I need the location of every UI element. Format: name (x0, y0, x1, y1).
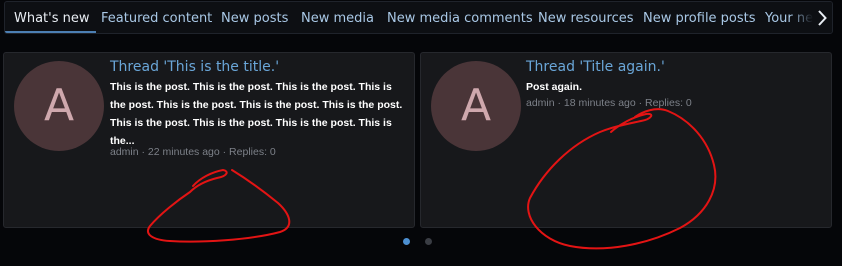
snippet-line: Post again. (526, 81, 583, 93)
thread-meta: admin · 22 minutes ago · Replies: 0 (110, 146, 276, 158)
thread-meta: admin · 18 minutes ago · Replies: 0 (526, 97, 692, 109)
active-tab-indicator (5, 31, 96, 33)
tab-bar: What's new Featured content New posts Ne… (4, 1, 833, 34)
tab-whats-new[interactable]: What's new (14, 10, 90, 27)
tab-new-media[interactable]: New media (301, 10, 374, 27)
snippet-line: This is the post. This is the post. This… (110, 81, 392, 93)
thread-card-2[interactable]: A Thread 'Title again.' Post again. admi… (420, 52, 832, 228)
thread-title-link[interactable]: Thread 'This is the title.' (110, 58, 279, 76)
whats-new-widget: What's new Featured content New posts Ne… (0, 0, 842, 266)
post-snippet: Post again. (526, 78, 582, 96)
avatar-letter: A (460, 80, 492, 131)
snippet-line: This is the post. This is the post. This… (110, 117, 392, 129)
tab-new-media-comments[interactable]: New media comments (387, 10, 533, 27)
tabs-next-button[interactable] (812, 2, 832, 33)
thread-title-link[interactable]: Thread 'Title again.' (526, 58, 665, 76)
chevron-right-icon (818, 10, 827, 26)
avatar[interactable]: A (431, 61, 521, 151)
pager-dot-active[interactable] (403, 238, 410, 245)
snippet-line: the post. This is the post. This is the … (110, 99, 403, 111)
tab-featured-content[interactable]: Featured content (101, 10, 212, 27)
tab-new-profile-posts[interactable]: New profile posts (643, 10, 756, 27)
pager-dot[interactable] (425, 238, 432, 245)
post-snippet: This is the post. This is the post. This… (110, 78, 402, 150)
tab-new-posts[interactable]: New posts (221, 10, 288, 27)
avatar[interactable]: A (14, 61, 104, 151)
tab-new-resources[interactable]: New resources (538, 10, 634, 27)
thread-card-1[interactable]: A Thread 'This is the title.' This is th… (3, 52, 415, 228)
avatar-letter: A (43, 80, 75, 131)
